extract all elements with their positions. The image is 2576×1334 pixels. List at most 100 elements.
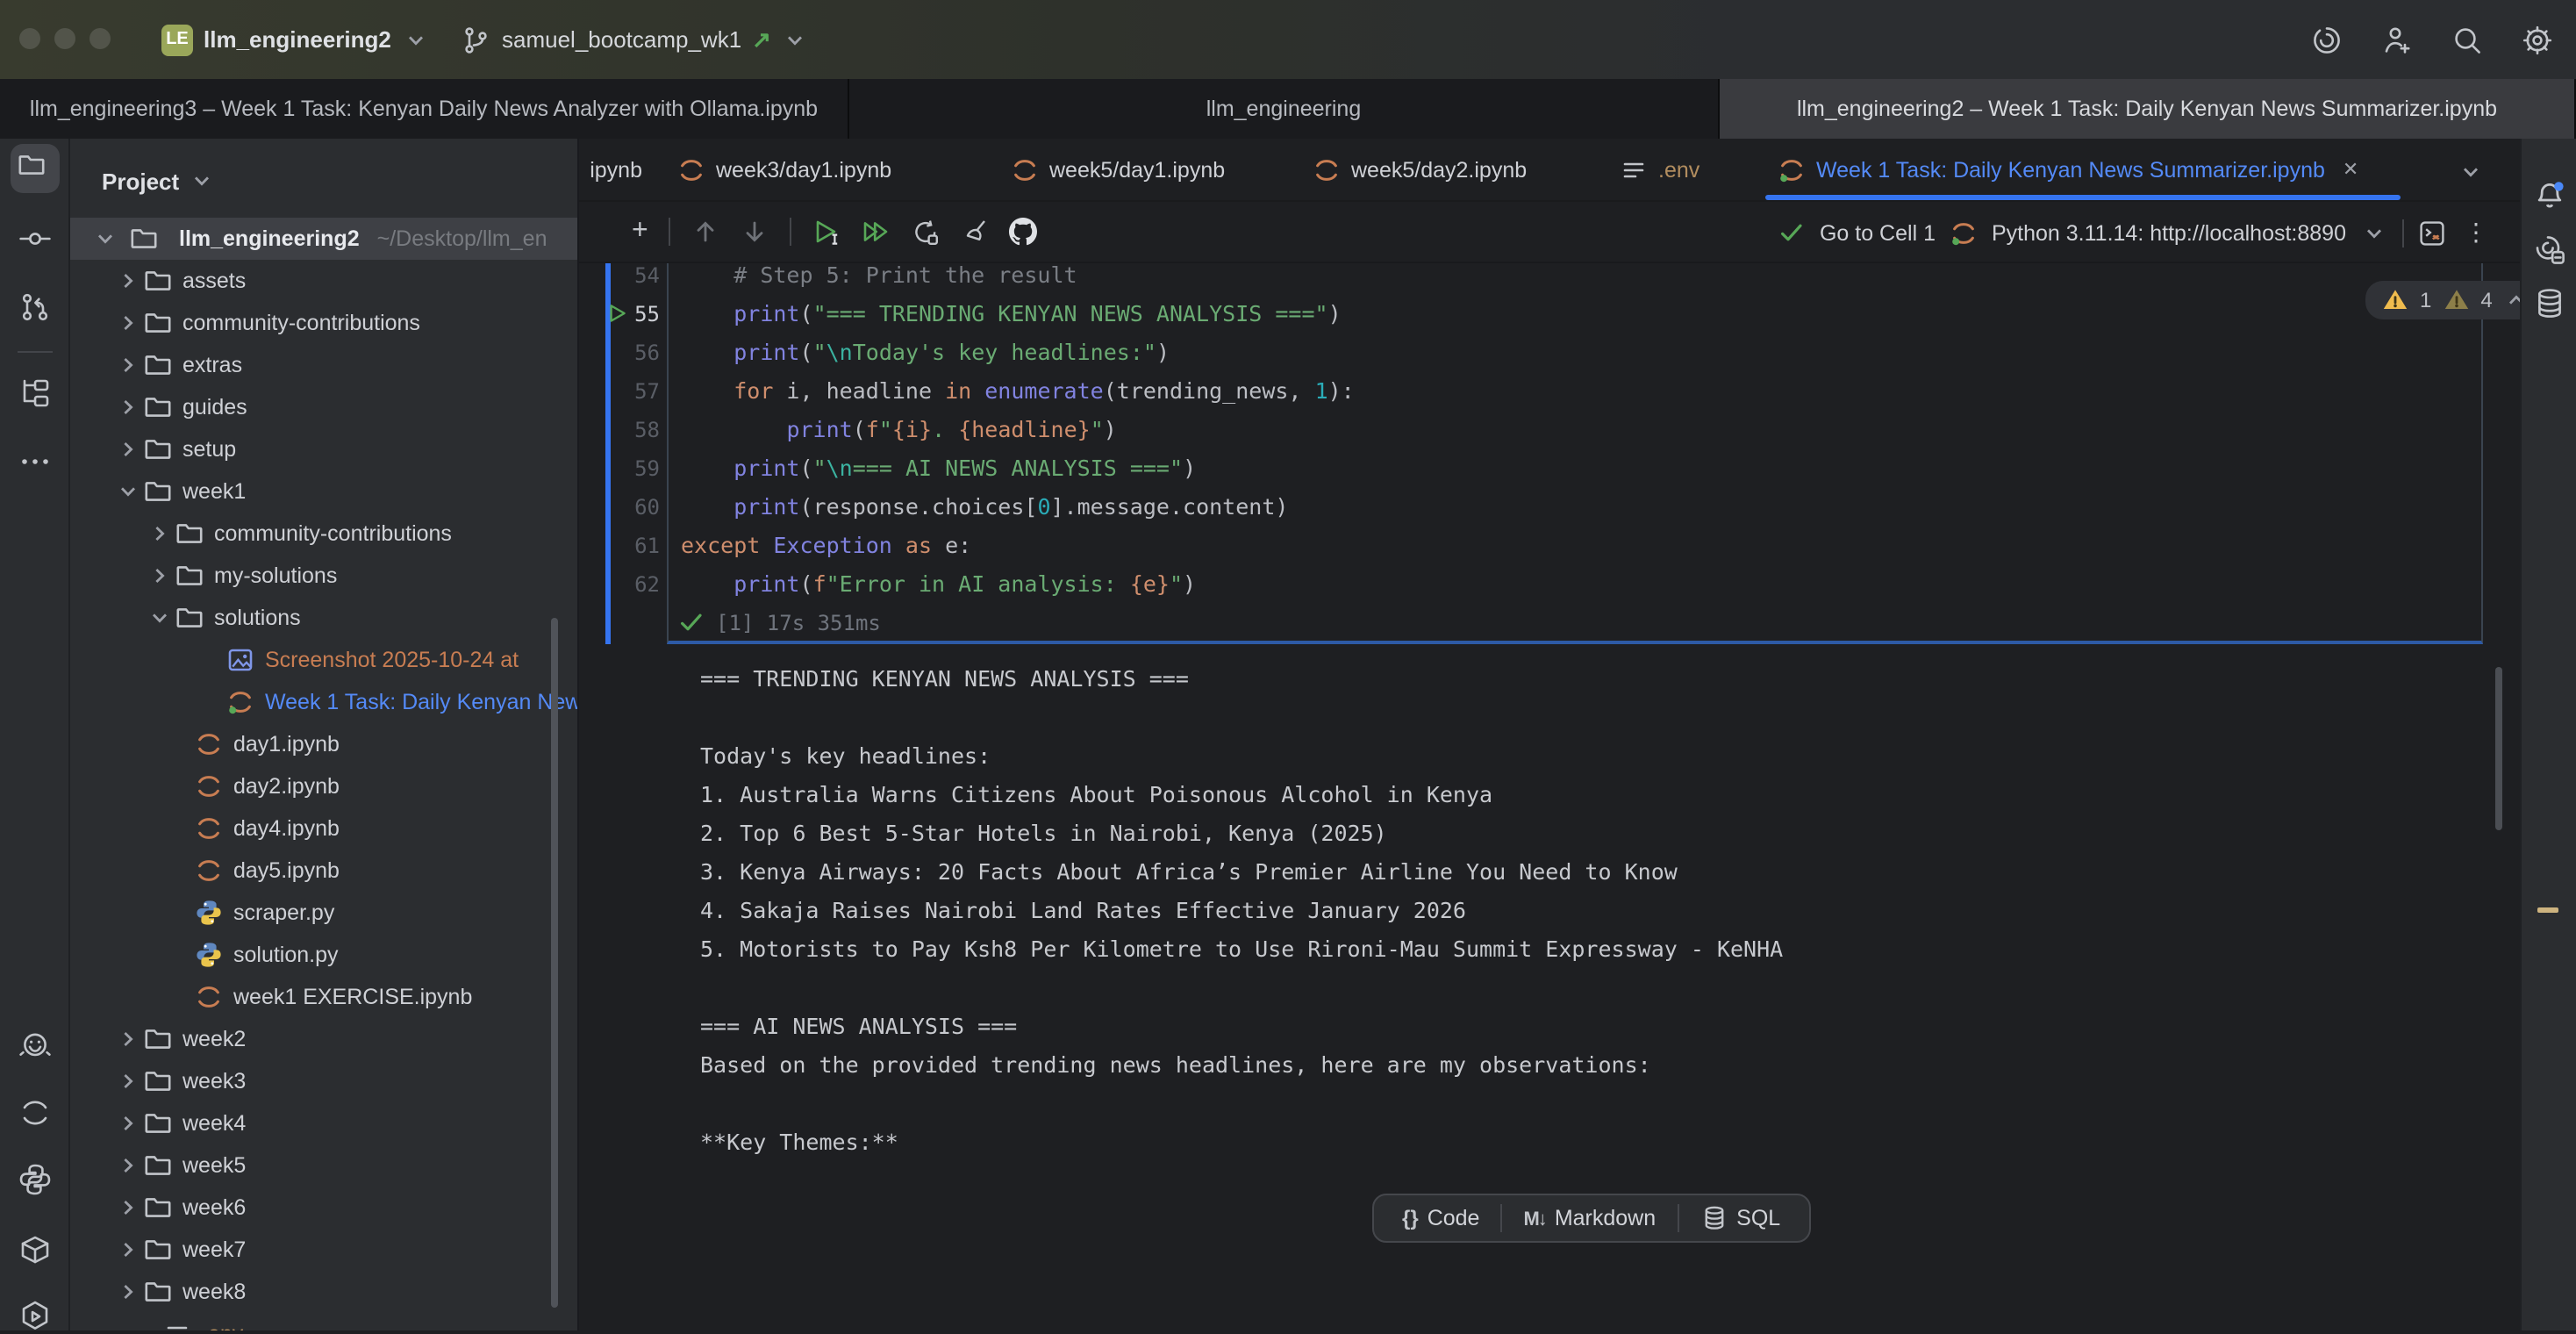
tree-item[interactable]: week3 — [70, 1060, 579, 1102]
inspections-widget[interactable]: 1 4 — [2365, 281, 2520, 319]
window-tab[interactable]: llm_engineering — [849, 79, 1720, 139]
tree-item[interactable]: Screenshot 2025-10-24 at — [70, 639, 579, 681]
chevron-down-icon[interactable] — [116, 479, 140, 504]
editor-tab[interactable]: week5/day2.ipynb — [1295, 139, 1602, 200]
chevron-down-icon[interactable] — [147, 606, 172, 630]
github-icon[interactable] — [1010, 218, 1038, 246]
editor-tab[interactable]: .env — [1602, 139, 1760, 200]
jupyter-console-icon[interactable] — [2418, 219, 2446, 247]
tree-item[interactable]: week1 EXERCISE.ipynb — [70, 976, 579, 1018]
zoom-window-button[interactable] — [89, 28, 111, 49]
clear-outputs-icon[interactable] — [961, 218, 989, 246]
editor-tab[interactable]: week5/day1.ipynb — [993, 139, 1295, 200]
run-line-icon[interactable] — [607, 303, 626, 322]
add-cell-icon[interactable]: + — [632, 218, 648, 246]
go-to-cell-button[interactable]: Go to Cell 1 — [1820, 220, 1936, 245]
tree-item[interactable]: day1.ipynb — [70, 723, 579, 765]
chevron-right-icon[interactable] — [116, 395, 140, 420]
chevron-right-icon[interactable] — [116, 353, 140, 377]
huggingface-tool-icon[interactable] — [18, 1029, 53, 1064]
minimize-window-button[interactable] — [54, 28, 75, 49]
more-options-icon[interactable]: ⋮ — [2460, 218, 2492, 247]
tree-item[interactable]: day4.ipynb — [70, 807, 579, 850]
chevron-right-icon[interactable] — [116, 1237, 140, 1262]
code-line[interactable]: 56 print("\nToday's key headlines:") — [579, 333, 2509, 371]
project-tool-icon[interactable] — [18, 151, 46, 179]
tab-list-chevron-icon[interactable] — [2457, 158, 2485, 186]
python-tool-icon[interactable] — [18, 1162, 53, 1197]
tree-item[interactable]: setup — [70, 428, 579, 470]
notifications-bell-icon[interactable] — [2532, 179, 2567, 214]
python-packages-tool-icon[interactable] — [18, 1234, 53, 1269]
tree-item[interactable]: .env — [70, 1313, 579, 1330]
tree-item[interactable]: week4 — [70, 1102, 579, 1144]
tree-item[interactable]: week8 — [70, 1271, 579, 1313]
kernel-selector[interactable]: Python 3.11.14: http://localhost:8890 — [1992, 220, 2346, 245]
add-user-icon[interactable] — [2379, 22, 2415, 57]
tree-item[interactable]: week7 — [70, 1229, 579, 1271]
editor-tab[interactable]: week3/day1.ipynb — [660, 139, 993, 200]
tree-item[interactable]: Week 1 Task: Daily Kenyan News Summarize… — [70, 681, 579, 723]
services-tool-icon[interactable] — [18, 1299, 53, 1334]
code-line[interactable]: 58 print(f"{i}. {headline}") — [579, 410, 2509, 448]
tree-item[interactable]: community-contributions — [70, 513, 579, 555]
add-sql-cell-button[interactable]: SQL — [1678, 1195, 1801, 1241]
editor-tab[interactable]: Week 1 Task: Daily Kenyan News Summarize… — [1760, 139, 2406, 200]
tree-item[interactable]: week2 — [70, 1018, 579, 1060]
tree-item[interactable]: scraper.py — [70, 892, 579, 934]
chevron-right-icon[interactable] — [116, 1153, 140, 1178]
tree-item[interactable]: week5 — [70, 1144, 579, 1187]
move-cell-down-icon[interactable] — [741, 218, 769, 246]
chevron-right-icon[interactable] — [116, 1195, 140, 1220]
chevron-right-icon[interactable] — [116, 437, 140, 462]
chevron-down-icon[interactable] — [2360, 219, 2388, 247]
tree-item[interactable]: week6 — [70, 1187, 579, 1229]
code-line[interactable]: 57 for i, headline in enumerate(trending… — [579, 371, 2509, 410]
settings-gear-icon[interactable] — [2520, 22, 2555, 57]
pull-request-tool-icon[interactable] — [18, 290, 53, 325]
tree-item[interactable]: solution.py — [70, 934, 579, 976]
chevron-down-icon[interactable] — [91, 225, 119, 253]
tree-item[interactable]: assets — [70, 260, 579, 302]
project-widget[interactable]: LE llm_engineering2 — [161, 0, 430, 79]
tree-item[interactable]: week1 — [70, 470, 579, 513]
code-line[interactable]: 62 print(f"Error in AI analysis: {e}") — [579, 564, 2509, 603]
tree-root-item[interactable]: llm_engineering2 ~/Desktop/llm_en — [70, 218, 579, 260]
run-cell-icon[interactable] — [813, 218, 841, 246]
add-markdown-cell-button[interactable]: M↓Markdown — [1502, 1195, 1677, 1241]
chevron-right-icon[interactable] — [116, 1111, 140, 1136]
close-tab-icon[interactable]: ✕ — [2343, 158, 2358, 181]
code-line[interactable]: 59 print("\n=== AI NEWS ANALYSIS ===") — [579, 448, 2509, 487]
tree-item[interactable]: my-solutions — [70, 555, 579, 597]
move-cell-up-icon[interactable] — [692, 218, 720, 246]
tree-item[interactable]: solutions — [70, 597, 579, 639]
prev-problem-icon[interactable] — [2503, 286, 2520, 314]
search-icon[interactable] — [2450, 22, 2485, 57]
window-tab[interactable]: llm_engineering2 – Week 1 Task: Daily Ke… — [1720, 79, 2576, 139]
close-window-button[interactable] — [19, 28, 40, 49]
tree-item[interactable]: community-contributions — [70, 302, 579, 344]
code-line[interactable]: 60 print(response.choices[0].message.con… — [579, 487, 2509, 526]
more-tools-icon[interactable] — [18, 444, 53, 479]
structure-tool-icon[interactable] — [18, 376, 53, 411]
ai-assistant-icon[interactable] — [2309, 22, 2344, 57]
chevron-right-icon[interactable] — [116, 1027, 140, 1051]
restart-kernel-icon[interactable] — [912, 218, 940, 246]
ai-search-icon[interactable] — [2532, 232, 2567, 267]
database-tool-icon[interactable] — [2532, 286, 2567, 321]
project-panel-header[interactable]: Project — [102, 160, 216, 202]
run-all-cells-icon[interactable] — [862, 218, 891, 246]
tree-scrollbar[interactable] — [551, 618, 558, 1308]
code-line[interactable]: 55 print("=== TRENDING KENYAN NEWS ANALY… — [579, 294, 2509, 333]
editor-tab[interactable]: ipynb — [579, 139, 660, 200]
code-line[interactable]: 61except Exception as e: — [579, 526, 2509, 564]
tree-item[interactable]: day2.ipynb — [70, 765, 579, 807]
chevron-right-icon[interactable] — [116, 1069, 140, 1094]
jupyter-tool-icon[interactable] — [18, 1095, 53, 1130]
chevron-right-icon[interactable] — [116, 1280, 140, 1304]
tree-item[interactable]: guides — [70, 386, 579, 428]
tree-item[interactable]: extras — [70, 344, 579, 386]
tree-item[interactable]: day5.ipynb — [70, 850, 579, 892]
window-tab[interactable]: llm_engineering3 – Week 1 Task: Kenyan D… — [0, 79, 849, 139]
chevron-right-icon[interactable] — [116, 311, 140, 335]
